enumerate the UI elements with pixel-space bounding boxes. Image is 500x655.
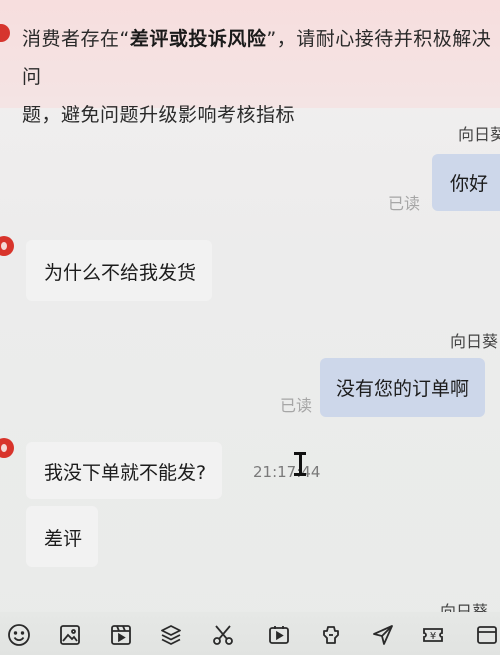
- video-play-icon[interactable]: [266, 622, 292, 648]
- emoji-icon[interactable]: [6, 622, 32, 648]
- message-bubble-outgoing[interactable]: 没有您的订单啊: [320, 358, 486, 417]
- sender-name: 向日葵: [450, 332, 499, 351]
- input-toolbar: ¥: [0, 612, 500, 655]
- scissors-icon[interactable]: [210, 622, 236, 648]
- risk-warning-banner: 消费者存在“差评或投诉风险”，请耐心接待并积极解决问 题，避免问题升级影响考核指…: [0, 0, 500, 126]
- message-bubble-incoming[interactable]: 差评: [26, 506, 99, 567]
- layers-icon[interactable]: [158, 622, 184, 648]
- warning-line2: 题，避免问题升级影响考核指标: [22, 104, 296, 126]
- read-status: 已读: [388, 194, 421, 213]
- more-icon[interactable]: [474, 622, 500, 648]
- text-cursor-icon: [294, 452, 306, 476]
- warning-icon: [0, 24, 10, 42]
- customer-avatar-icon[interactable]: [0, 236, 14, 256]
- message-bubble-incoming[interactable]: 为什么不给我发货: [26, 240, 213, 301]
- send-icon[interactable]: [370, 622, 396, 648]
- customer-avatar-icon[interactable]: [0, 438, 14, 458]
- warning-highlight: 差评或投诉风险: [129, 28, 267, 50]
- handshake-icon[interactable]: [318, 622, 344, 648]
- sender-name: 向日葵: [458, 125, 500, 144]
- message-bubble-incoming[interactable]: 我没下单就不能发?: [26, 442, 223, 499]
- message-timestamp: 21:17:44: [253, 463, 321, 481]
- video-icon[interactable]: [108, 622, 134, 648]
- coupon-symbol: ¥: [430, 631, 436, 642]
- message-bubble-outgoing[interactable]: 你好: [432, 154, 500, 211]
- coupon-icon[interactable]: ¥: [420, 622, 446, 648]
- warning-line1-pre: 消费者存在“: [22, 28, 130, 50]
- read-status: 已读: [280, 396, 313, 415]
- chat-window: 消费者存在“差评或投诉风险”，请耐心接待并积极解决问 题，避免问题升级影响考核指…: [0, 0, 500, 655]
- risk-warning-text: 消费者存在“差评或投诉风险”，请耐心接待并积极解决问 题，避免问题升级影响考核指…: [22, 20, 500, 134]
- image-icon[interactable]: [57, 622, 83, 648]
